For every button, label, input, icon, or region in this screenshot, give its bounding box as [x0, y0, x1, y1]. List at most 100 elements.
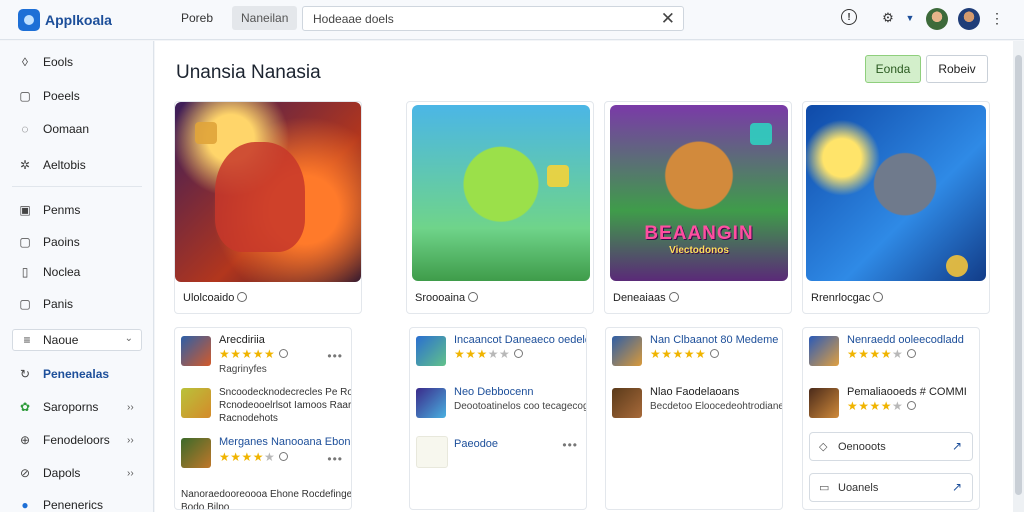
game-banner-title: BEAANGIN [644, 223, 754, 244]
info-icon[interactable] [710, 349, 720, 358]
game-thumbnail [416, 336, 446, 366]
star-empty-icon: ★ [892, 347, 904, 361]
scrollbar-thumb[interactable] [1015, 55, 1022, 495]
scrollbar[interactable] [1013, 41, 1024, 512]
info-icon[interactable] [279, 452, 289, 461]
sidebar-item-aeltobis[interactable]: ✲ Aeltobis [0, 152, 154, 178]
link-button-uoanels[interactable]: ▭ Uoanels ↗ [809, 473, 973, 502]
sidebar-select[interactable]: ≡ Naoue ⌄ [12, 329, 142, 351]
game-artwork [175, 102, 361, 282]
sidebar-item-saroporns[interactable]: ✿ Saroporns ›› [0, 394, 154, 420]
star-icon: ★★★★ [219, 450, 265, 464]
sidebar-item-poeels[interactable]: ▢ Poeels [0, 83, 154, 109]
list-item-title: Nlao Faodelaoans [650, 386, 740, 398]
chevron-right-icon: ›› [127, 434, 134, 446]
box-icon: ▢ [19, 235, 31, 249]
rating-stars: ★★★★★ [847, 347, 917, 361]
list-item-subtitle: Becdetoo Eloocedeohtrodiane [650, 401, 783, 412]
list-item-description: Racnodehots [219, 413, 278, 424]
list-item-title: Neo Debbocenn [454, 386, 534, 398]
game-artwork [806, 105, 986, 281]
sidebar-item-fenodeloors[interactable]: ⊕ Fenodeloors ›› [0, 427, 154, 453]
app-logo[interactable]: Applkoala [18, 8, 112, 32]
info-icon[interactable] [468, 292, 479, 302]
featured-game-card[interactable]: BEAANGIN Viectodonos Deneaiaas [604, 101, 792, 314]
sidebar-item-paoins[interactable]: ▢ Paoins [0, 229, 154, 255]
more-icon[interactable]: ••• [327, 452, 343, 466]
featured-game-card[interactable]: Rrenrlocgac [802, 101, 990, 314]
game-list-panel: Nan Clbaanot 80 Medeme ★★★★★ Nlao Faodel… [605, 327, 783, 510]
rating-stars: ★★★★★ [650, 347, 720, 361]
game-caption: Ulolcoaido [183, 292, 248, 304]
game-caption-text: Rrenrlocgac [811, 292, 871, 304]
avatar[interactable] [926, 8, 948, 30]
link-button-label: Uoanels [838, 482, 879, 494]
arrow-up-right-icon: ↗ [951, 439, 962, 453]
sidebar-item-noclea[interactable]: ▯ Noclea [0, 259, 154, 285]
sidebar-item-label: Fenodeloors [43, 433, 110, 447]
featured-game-card[interactable]: Ulolcoaido [174, 101, 362, 314]
list-item-title: Pemaliaooeds # COMMI [847, 386, 967, 398]
primary-button[interactable]: Eonda [865, 55, 921, 83]
tab-naneilan[interactable]: Naneilan [232, 6, 298, 30]
sidebar-item-penenealas[interactable]: ↻ Penenealas [0, 361, 154, 387]
rating-stars: ★★★★★ [454, 347, 524, 361]
link-button-oenooots[interactable]: ◇ Oenooots ↗ [809, 432, 973, 461]
info-icon[interactable] [514, 349, 524, 358]
chevron-right-icon: ›› [127, 401, 134, 413]
tab-poreb[interactable]: Poreb [172, 6, 222, 30]
sidebar-item-label: Oomaan [43, 122, 90, 136]
info-icon[interactable] [668, 292, 679, 302]
info-icon[interactable] [907, 401, 917, 410]
chat-icon: ◇ [819, 441, 828, 453]
game-thumbnail [809, 388, 839, 418]
star-empty-icon: ★★ [487, 347, 511, 361]
info-icon[interactable]: ! [841, 9, 857, 25]
gear-icon: ✲ [19, 158, 31, 172]
refresh-icon: ↻ [19, 367, 31, 381]
info-icon[interactable] [907, 349, 917, 358]
sidebar-select-label: Naoue [43, 333, 79, 347]
sidebar-item-label: Penms [43, 203, 81, 217]
info-icon[interactable] [237, 292, 248, 302]
more-icon[interactable]: ••• [562, 438, 578, 452]
sidebar-item-label: Aeltobis [43, 158, 86, 172]
sidebar-item-dapols[interactable]: ⊘ Dapols ›› [0, 460, 154, 486]
info-icon[interactable] [279, 349, 289, 358]
avatar[interactable] [958, 8, 980, 30]
sidebar: ◊ Eools ▢ Poeels ◌ Oomaan ✲ Aeltobis ▣ P… [0, 41, 154, 512]
globe-icon: ⊕ [19, 433, 31, 447]
list-item-description: Nanoraedooreoooa Ehone Rocdefingecoo [181, 489, 352, 500]
list-item-title: Merganes Nanooana Ebond [219, 436, 352, 448]
menu-icon: ≡ [23, 333, 31, 347]
sidebar-item-label: Noclea [43, 265, 81, 279]
document-icon: ▣ [19, 203, 31, 217]
search-input[interactable] [313, 10, 653, 28]
top-bar: Applkoala Poreb Naneilan ✕ ! ⚙ ▼ ⋮ [0, 0, 1024, 40]
game-artwork [412, 105, 590, 281]
game-banner: BEAANGIN Viectodonos [625, 223, 773, 256]
star-icon: ★★★★★ [650, 347, 707, 361]
sidebar-item-label: Panis [43, 297, 74, 311]
caret-down-icon[interactable]: ▼ [901, 9, 919, 27]
list-item-title: Arecdiriia [219, 334, 265, 346]
sidebar-item-penenerics[interactable]: ● Penenerics [0, 492, 154, 512]
square-icon: ▢ [19, 89, 31, 103]
sidebar-item-eools[interactable]: ◊ Eools [0, 49, 154, 75]
list-item-title: Incaancot Daneaeco oedeld [454, 334, 587, 346]
gear-icon[interactable]: ⚙ [879, 9, 897, 27]
sidebar-item-penms[interactable]: ▣ Penms [0, 197, 154, 223]
sidebar-item-panis[interactable]: ▢ Panis [0, 291, 154, 317]
divider [12, 186, 142, 187]
clipboard-icon: ▢ [19, 297, 31, 311]
info-icon[interactable] [873, 292, 884, 302]
secondary-button[interactable]: Robeiv [926, 55, 988, 83]
featured-game-card[interactable]: Sroooaina [406, 101, 594, 314]
kebab-icon[interactable]: ⋮ [990, 9, 1004, 27]
game-banner-subtitle: Viectodonos [669, 245, 729, 256]
more-icon[interactable]: ••• [327, 349, 343, 363]
close-icon[interactable]: ✕ [661, 9, 675, 29]
game-thumbnail [416, 388, 446, 418]
chevron-down-icon: ⌄ [124, 333, 133, 344]
sidebar-item-oomaan[interactable]: ◌ Oomaan [0, 116, 154, 142]
